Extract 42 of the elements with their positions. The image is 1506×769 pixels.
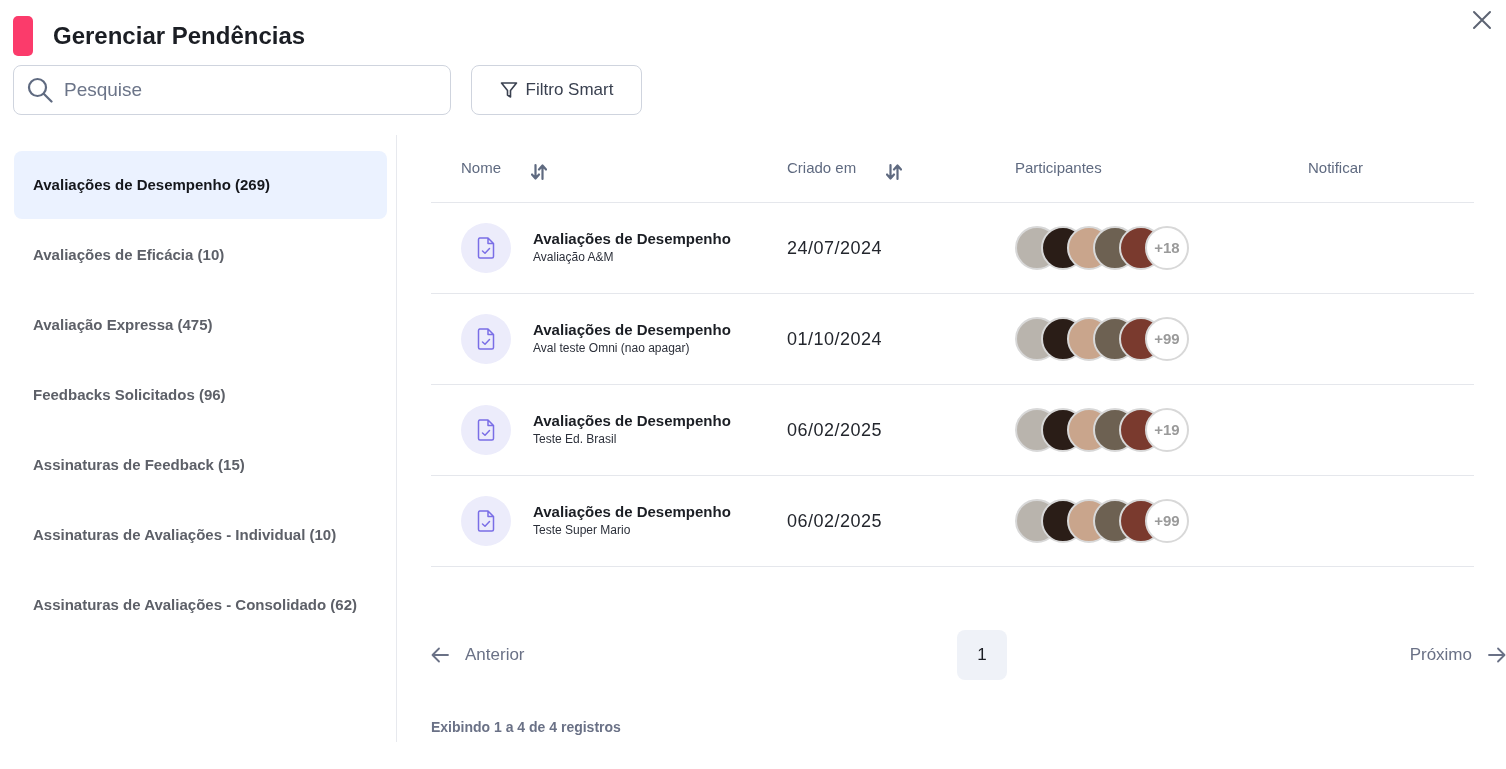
next-link[interactable]: Próximo xyxy=(1409,642,1506,668)
date-text: 01/10/2024 xyxy=(787,328,883,349)
row-title: Avaliações de Desempenho xyxy=(533,230,731,248)
date-text: 24/07/2024 xyxy=(787,237,883,258)
column-header: Participantes xyxy=(1015,158,1102,179)
row-subtitle: Teste Ed. Brasil xyxy=(533,431,618,448)
sidebar-item[interactable]: Avaliações de Desempenho (269) xyxy=(14,151,387,219)
sidebar-item[interactable]: Assinaturas de Feedback (15) xyxy=(14,431,387,499)
sidebar-item[interactable]: Assinaturas de Avaliações - Consolidado (62) xyxy=(14,571,387,639)
arrow-left-icon xyxy=(431,647,449,663)
title-accent-bar xyxy=(13,16,33,56)
sidebar-item[interactable]: Avaliações de Eficácia (10) xyxy=(14,221,387,289)
date-text: 06/02/2025 xyxy=(787,510,883,531)
participant-count: +19 xyxy=(1145,408,1189,452)
sidebar-item[interactable]: Feedbacks Solicitados (96) xyxy=(14,361,387,429)
filter-button[interactable]: Filtro Smart xyxy=(471,65,642,115)
record-count-text: Exibindo 1 a 4 de 4 registros xyxy=(431,718,622,737)
sidebar-item[interactable]: Assinaturas de Avaliações - Individual (10) xyxy=(14,501,387,569)
column-header: Notificar xyxy=(1308,158,1363,179)
document-check-icon xyxy=(461,314,511,364)
date-text: 06/02/2025 xyxy=(787,419,883,440)
previous-link[interactable]: Anterior xyxy=(431,642,525,668)
page-button[interactable]: 1 xyxy=(957,630,1008,680)
document-check-icon xyxy=(461,405,511,455)
participant-count: +18 xyxy=(1145,226,1189,270)
participant-count: +99 xyxy=(1145,317,1189,361)
document-check-icon xyxy=(461,223,511,273)
row-title: Avaliações de Desempenho xyxy=(533,321,731,339)
dialog-title: Gerenciar Pendências xyxy=(53,21,306,51)
row-subtitle: Avaliação A&M xyxy=(533,249,615,266)
search-field[interactable]: Pesquise xyxy=(13,65,451,115)
column-header: Criado em xyxy=(787,158,857,179)
column-header: Nome xyxy=(461,158,501,179)
row-subtitle: Teste Super Mario xyxy=(533,522,632,539)
filter-icon xyxy=(499,81,518,99)
participant-count: +99 xyxy=(1145,499,1189,543)
sidebar-item[interactable]: Avaliação Expressa (475) xyxy=(14,291,387,359)
row-subtitle: Aval teste Omni (nao apagar) xyxy=(533,340,691,357)
row-title: Avaliações de Desempenho xyxy=(533,412,731,430)
document-check-icon xyxy=(461,496,511,546)
arrow-right-icon xyxy=(1488,647,1506,663)
row-title: Avaliações de Desempenho xyxy=(533,503,731,521)
